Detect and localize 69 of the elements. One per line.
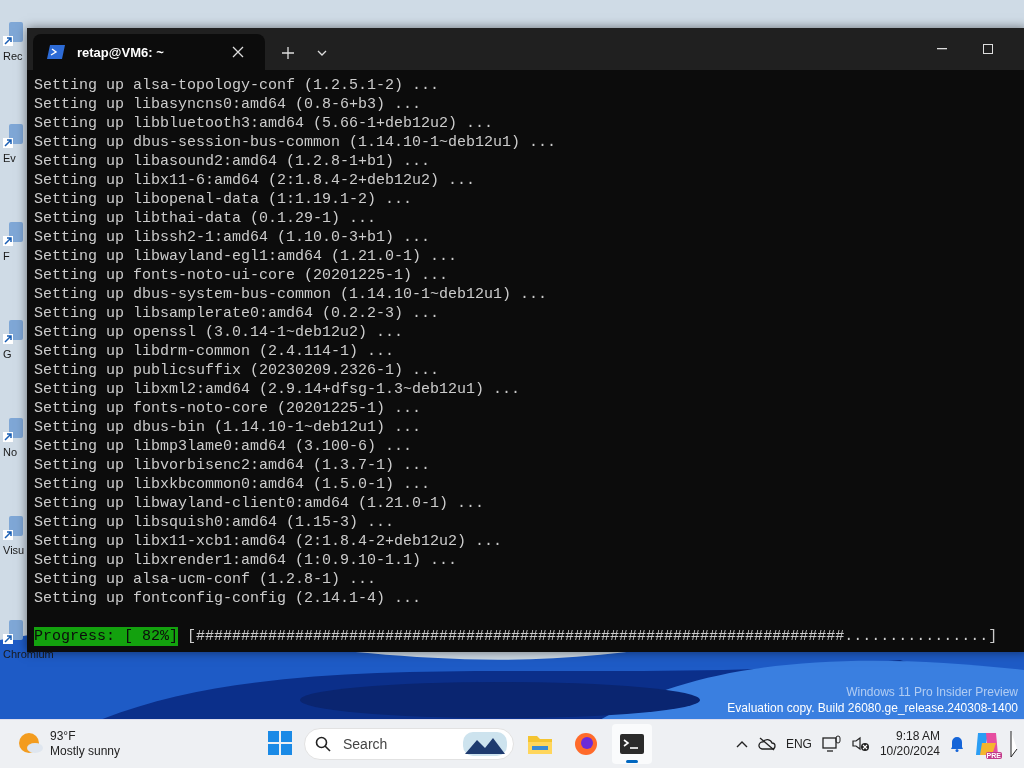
- shortcut-icon[interactable]: [3, 516, 23, 542]
- bell-icon[interactable]: [950, 736, 964, 752]
- temperature: 93°F: [50, 729, 77, 744]
- mountain-icon: [463, 732, 507, 756]
- terminal-line: Setting up libbluetooth3:amd64 (5.66-1+deb12u2) ...: [34, 114, 495, 133]
- terminal-line: Setting up libthai-data (0.1.29-1) ...: [34, 209, 378, 228]
- terminal-line: Setting up fonts-noto-core (20201225-1) ...: [34, 399, 423, 418]
- powershell-icon: [47, 45, 65, 59]
- search-bar[interactable]: Search: [304, 728, 514, 760]
- clock-time[interactable]: 9:18 AM: [895, 729, 940, 744]
- shortcut-icon[interactable]: [3, 222, 23, 248]
- browser-icon: [574, 732, 598, 756]
- shortcut-icon[interactable]: [3, 22, 23, 48]
- chevron-up-icon[interactable]: [735, 740, 748, 748]
- shortcut-label: Visu: [3, 544, 25, 556]
- terminal-tab[interactable]: retap@VM6: ~: [33, 34, 265, 70]
- terminal-line: Setting up libdrm-common (2.4.114-1) ...: [34, 342, 396, 361]
- shortcut-icon[interactable]: [3, 418, 23, 444]
- shortcut-icon[interactable]: [3, 124, 23, 150]
- shortcut-icon[interactable]: [3, 620, 23, 646]
- shortcut-label: G: [3, 348, 12, 360]
- pointer-icon: [1010, 730, 1018, 758]
- terminal-line: Setting up libx11-xcb1:amd64 (2:1.8.4-2+deb12u2) ...: [34, 532, 504, 551]
- weather-condition: Mostly sunny: [50, 744, 121, 759]
- terminal-line: Setting up libxkbcommon0:amd64 (1.5.0-1) ...: [34, 475, 432, 494]
- taskbar-app[interactable]: [612, 724, 652, 764]
- terminal-line: Setting up openssl (3.0.14-1~deb12u2) ...: [34, 323, 405, 342]
- progress-bar-text: [########################################################################................]: [187, 627, 998, 646]
- terminal-line: Setting up fontconfig-config (2.14.1-4) ...: [34, 589, 423, 608]
- terminal-line: Setting up libasyncns0:amd64 (0.8-6+b3) ...: [34, 95, 423, 114]
- terminal-line: Setting up libssh2-1:amd64 (1.10.0-3+b1) ...: [34, 228, 432, 247]
- terminal-line: Setting up dbus-system-bus-common (1.14.10-1~deb12u1) ...: [34, 285, 549, 304]
- search-input[interactable]: Search: [341, 735, 453, 753]
- shortcut-label: No: [3, 446, 18, 458]
- build-info: Evaluation copy. Build 26080.ge_release.240308-1400: [727, 700, 1018, 716]
- terminal-line: Setting up libwayland-egl1:amd64 (1.21.0-1) ...: [34, 247, 459, 266]
- folder-icon: [527, 733, 553, 755]
- terminal-line: Setting up dbus-bin (1.14.10-1~deb12u1) ...: [34, 418, 423, 437]
- speaker-muted-icon[interactable]: [851, 736, 870, 752]
- terminal-line: Setting up libopenal-data (1:1.19.1-2) ...: [34, 190, 414, 209]
- terminal-icon: [620, 734, 644, 754]
- terminal-line: Setting up libasound2:amd64 (1.2.8-1+b1) ...: [34, 152, 432, 171]
- terminal-line: Setting up alsa-topology-conf (1.2.5.1-2) ...: [34, 76, 441, 95]
- terminal-line: Setting up libxrender1:amd64 (1:0.9.10-1.1) ...: [34, 551, 459, 570]
- terminal-line: Setting up fonts-noto-ui-core (20201225-1) ...: [34, 266, 450, 285]
- terminal-line: Setting up libmp3lame0:amd64 (3.100-6) ...: [34, 437, 414, 456]
- terminal-line: Setting up libx11-6:amd64 (2:1.8.4-2+deb12u2) ...: [34, 171, 477, 190]
- build-info: Windows 11 Pro Insider Preview: [846, 684, 1018, 700]
- shortcut-label: Rec: [3, 50, 23, 62]
- clock-date[interactable]: 10/20/2024: [879, 744, 940, 759]
- network-icon[interactable]: [821, 735, 842, 753]
- shortcut-label: Ev: [3, 152, 16, 164]
- terminal-line: Setting up dbus-session-bus-common (1.14.10-1~deb12u1) ...: [34, 133, 558, 152]
- search-icon: [315, 736, 331, 752]
- cloud-off-icon[interactable]: [757, 737, 776, 751]
- terminal-line: Setting up libsquish0:amd64 (1.15-3) ...: [34, 513, 396, 532]
- terminal-line: Setting up libxml2:amd64 (2.9.14+dfsg-1.3~deb12u1) ...: [34, 380, 522, 399]
- terminal-line: Setting up publicsuffix (20230209.2326-1) ...: [34, 361, 441, 380]
- terminal-line: Setting up libwayland-client0:amd64 (1.21.0-1) ...: [34, 494, 486, 513]
- active-indicator: [626, 760, 638, 763]
- shortcut-icon[interactable]: [3, 320, 23, 346]
- shortcut-label: Chromium: [3, 648, 54, 660]
- progress-label: Progress: [ 82%]: [34, 627, 179, 646]
- terminal-line: Setting up alsa-ucm-conf (1.2.8-1) ...: [34, 570, 378, 589]
- language-indicator[interactable]: ENG: [785, 737, 812, 751]
- sun-cloud-icon[interactable]: [18, 732, 44, 756]
- terminal-line: Setting up libvorbisenc2:amd64 (1.3.7-1) ...: [34, 456, 432, 475]
- shortcut-label: F: [3, 250, 10, 262]
- terminal-line: Setting up libsamplerate0:amd64 (0.2.2-3) ...: [34, 304, 441, 323]
